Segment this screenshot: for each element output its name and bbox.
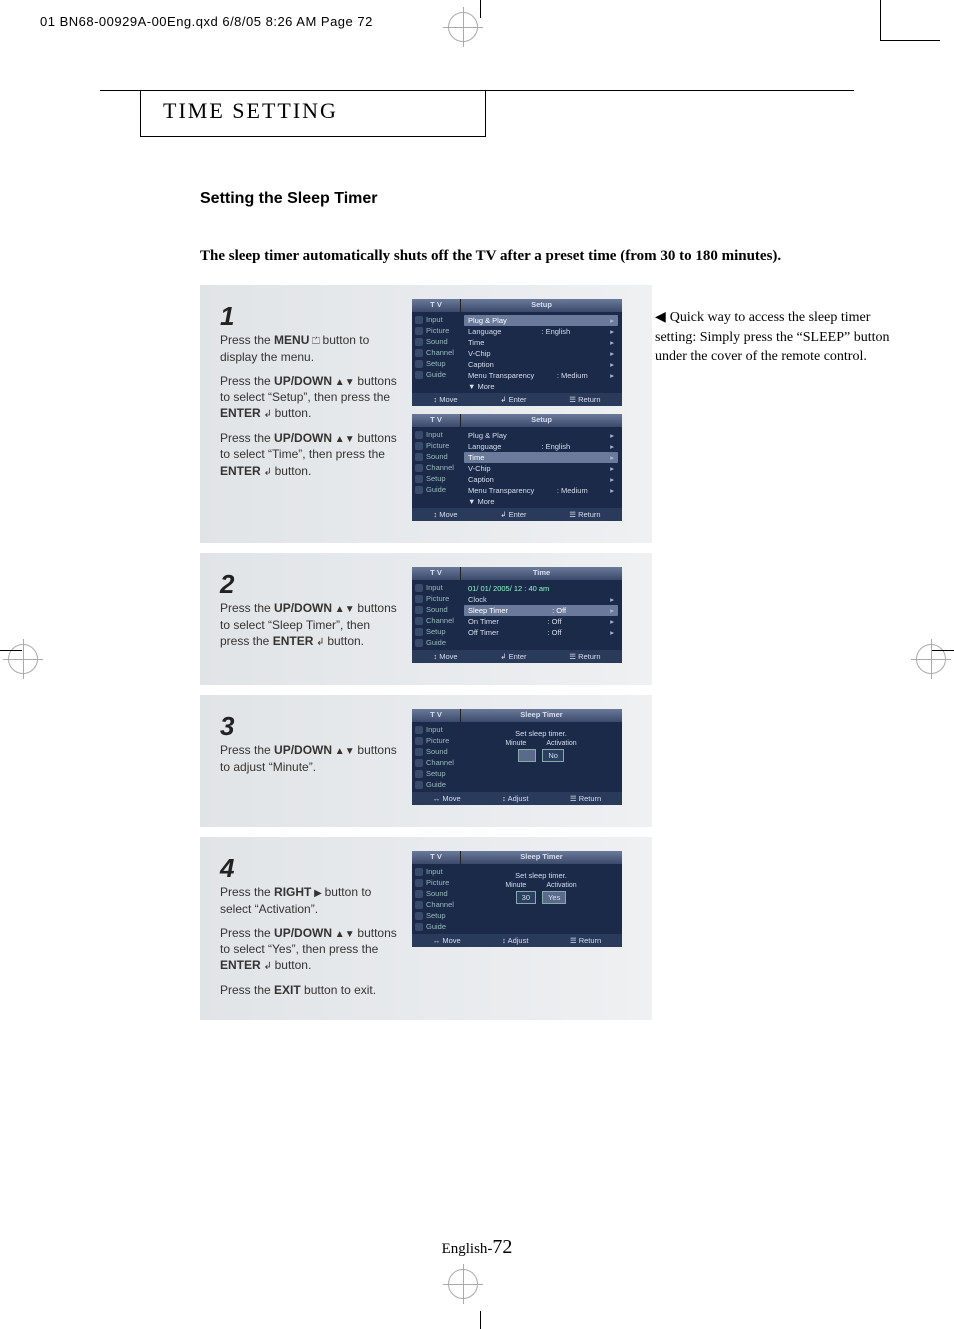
step-3: 3 Press the UP/DOWN ▲▼ buttons to adjust… [200, 695, 652, 827]
page-footer: English-72 [0, 1236, 954, 1259]
crop-mark [0, 650, 22, 651]
updown-icon: ▲▼ [332, 434, 357, 445]
step-text: Press the UP/DOWN ▲▼ buttons to select “… [220, 430, 398, 479]
triangle-left-icon: ▶ [655, 308, 666, 328]
enter-icon: ↲ [261, 961, 275, 972]
step-text: Press the MENU ⏍ button to display the m… [220, 332, 398, 365]
right-icon: ▶ [311, 888, 324, 899]
updown-icon: ▲▼ [332, 377, 357, 388]
registration-mark [916, 644, 946, 674]
crop-mark [880, 40, 940, 41]
osd-setup-1: T VSetup Input Picture Sound Channel Set… [412, 299, 622, 406]
registration-mark [8, 644, 38, 674]
section-title: TIME SETTING [140, 90, 486, 137]
side-tip: ▶Quick way to access the sleep timer set… [655, 308, 905, 367]
step-number: 2 [220, 567, 398, 602]
crop-mark [932, 650, 954, 651]
osd-setup-2: T VSetup Input Picture Sound Channel Set… [412, 414, 622, 521]
updown-icon: ▲▼ [332, 929, 357, 940]
step-number: 4 [220, 851, 398, 886]
step-number: 1 [220, 299, 398, 334]
registration-mark [448, 12, 478, 42]
updown-icon: ▲▼ [332, 746, 357, 757]
intro-text: The sleep timer automatically shuts off … [200, 248, 920, 265]
page-rule: TIME SETTING [100, 90, 854, 137]
enter-icon: ↲ [261, 467, 275, 478]
menu-icon: ⏍ [309, 336, 322, 347]
registration-mark [448, 1269, 478, 1299]
osd-time: T VTime Input Picture Sound Channel Setu… [412, 567, 622, 663]
step-text: Press the RIGHT ▶ button to select “Acti… [220, 884, 398, 917]
step-number: 3 [220, 709, 398, 744]
print-metadata: 01 BN68-00929A-00Eng.qxd 6/8/05 8:26 AM … [40, 14, 373, 29]
osd-sleep-1: T VSleep Timer Input Picture Sound Chann… [412, 709, 622, 805]
subsection-heading: Setting the Sleep Timer [200, 190, 920, 208]
step-text: Press the UP/DOWN ▲▼ buttons to adjust “… [220, 742, 398, 775]
enter-icon: ↲ [261, 409, 275, 420]
step-4: 4 Press the RIGHT ▶ button to select “Ac… [200, 837, 652, 1020]
crop-mark [480, 0, 481, 18]
crop-mark [880, 0, 881, 40]
updown-icon: ▲▼ [332, 604, 357, 615]
osd-sleep-2: T VSleep Timer Input Picture Sound Chann… [412, 851, 622, 947]
step-1: 1 Press the MENU ⏍ button to display the… [200, 285, 652, 543]
crop-mark [480, 1311, 481, 1329]
step-text: Press the EXIT button to exit. [220, 982, 398, 998]
step-text: Press the UP/DOWN ▲▼ buttons to select “… [220, 925, 398, 974]
step-2: 2 Press the UP/DOWN ▲▼ buttons to select… [200, 553, 652, 685]
enter-icon: ↲ [313, 637, 327, 648]
step-text: Press the UP/DOWN ▲▼ buttons to select “… [220, 600, 398, 649]
step-text: Press the UP/DOWN ▲▼ buttons to select “… [220, 373, 398, 422]
